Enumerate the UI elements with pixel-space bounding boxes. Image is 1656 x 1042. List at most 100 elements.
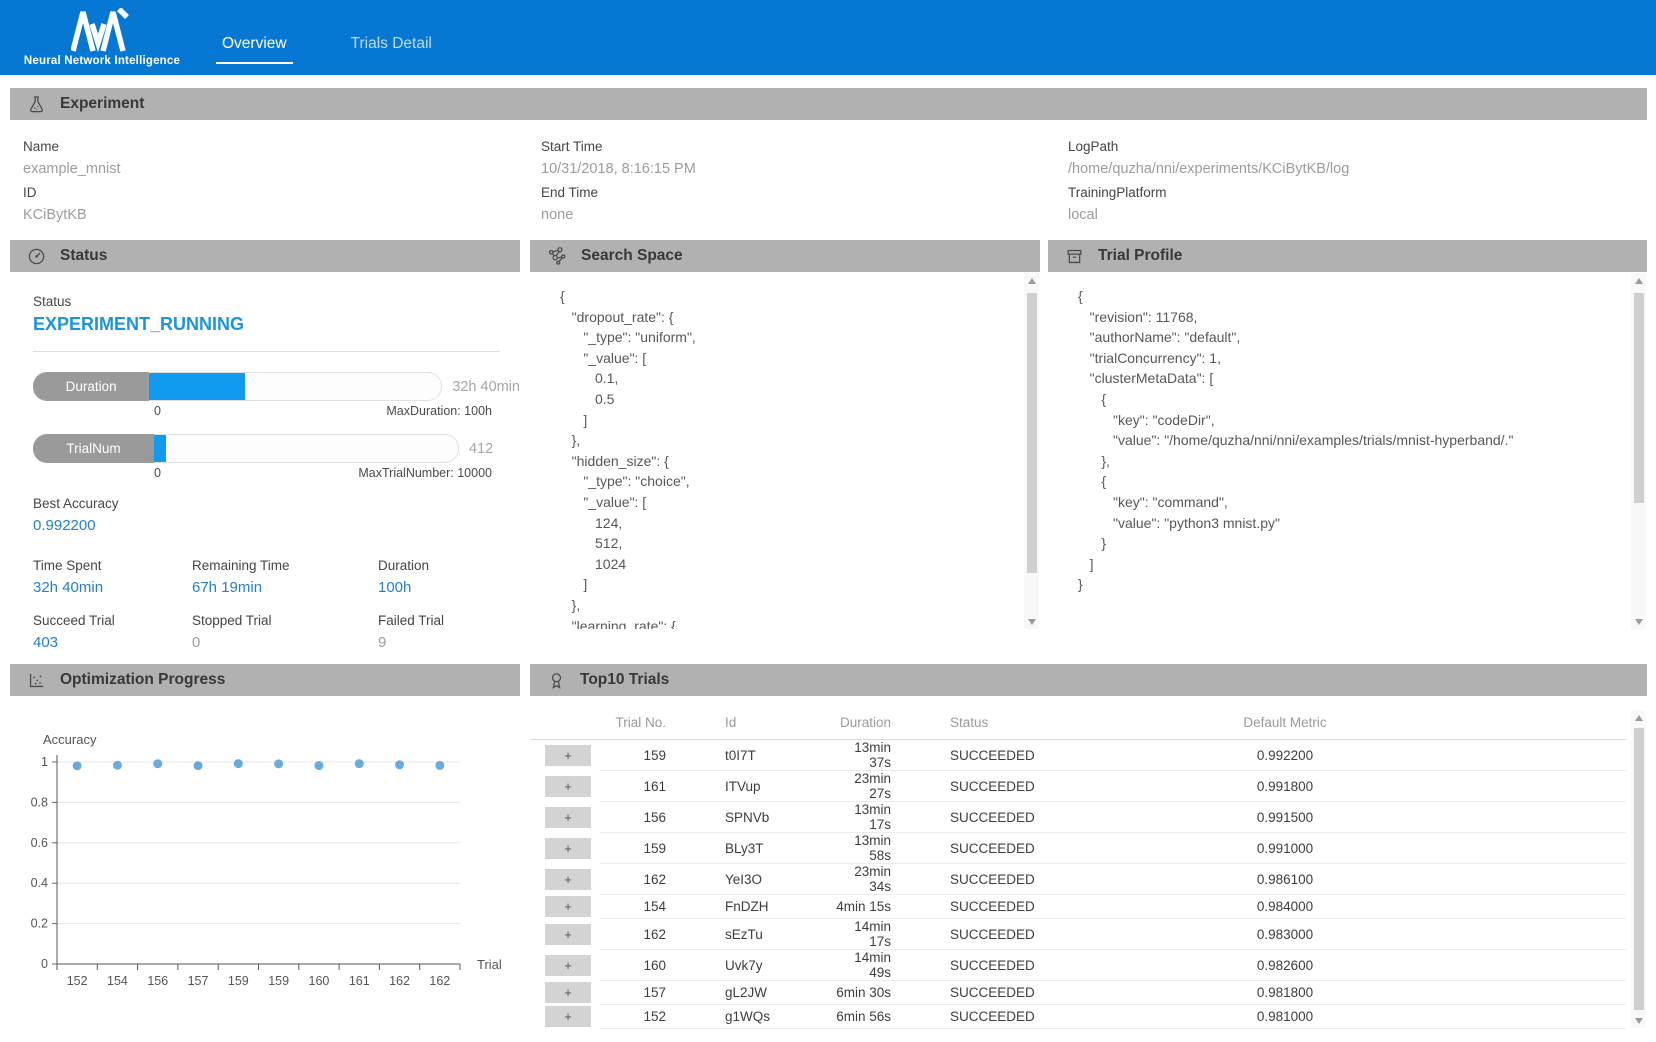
expand-row-button[interactable]: + <box>545 896 591 917</box>
section-title: Trial Profile <box>1098 247 1182 265</box>
json-line: 1024 <box>560 554 1018 575</box>
table-row: +161ITVup23min 27sSUCCEEDED0.991800 <box>530 771 1626 802</box>
search-space-scrollbar[interactable] <box>1024 273 1039 629</box>
cell-duration: 6min 56s <box>830 1005 895 1029</box>
scrollbar-thumb[interactable] <box>1634 293 1644 503</box>
progress-bar-label: TrialNum <box>33 434 154 463</box>
expand-cell: + <box>530 864 600 895</box>
status-field-label: Status <box>33 294 520 309</box>
x-tick-label: 162 <box>429 974 450 988</box>
json-line: "authorName": "default", <box>1078 327 1625 348</box>
stat-label: Time Spent <box>33 558 192 573</box>
tab-overview[interactable]: Overview <box>216 35 293 64</box>
cell-default-metric: 0.982600 <box>1095 950 1475 981</box>
expand-row-button[interactable]: + <box>545 745 591 766</box>
scroll-up-arrow[interactable] <box>1631 273 1646 288</box>
cell-duration: 4min 15s <box>830 895 895 919</box>
cell-spacer <box>1475 950 1626 981</box>
scatter-point[interactable] <box>153 759 162 768</box>
status-section: Status Status EXPERIMENT_RUNNING Duratio… <box>10 240 520 630</box>
progress-bar-label: Duration <box>33 372 149 401</box>
scatter-point[interactable] <box>113 761 122 770</box>
field-value: KCiBytKB <box>23 204 541 227</box>
scatter-point[interactable] <box>73 761 82 770</box>
json-line: "revision": 11768, <box>1078 307 1625 328</box>
x-tick-label: 159 <box>268 974 289 988</box>
optimization-progress-section-header: Optimization Progress <box>10 664 520 696</box>
scatter-point[interactable] <box>314 761 323 770</box>
scatter-point[interactable] <box>435 761 444 770</box>
scroll-down-arrow[interactable] <box>1024 614 1039 629</box>
search-space-section-header: Search Space <box>530 240 1040 272</box>
cell-trial-no: 162 <box>600 864 670 895</box>
scatter-point[interactable] <box>194 761 203 770</box>
expand-cell: + <box>530 833 600 864</box>
experiment-status-value: EXPERIMENT_RUNNING <box>33 314 520 335</box>
cell-spacer <box>1475 740 1626 771</box>
expand-cell: + <box>530 771 600 802</box>
column-header-spacer <box>1475 709 1626 740</box>
cell-status: SUCCEEDED <box>895 950 1095 981</box>
json-line: "hidden_size": { <box>560 451 1018 472</box>
x-tick-label: 161 <box>349 974 370 988</box>
cell-duration: 14min 17s <box>830 919 895 950</box>
progress-bar-fill <box>149 373 244 400</box>
expand-row-button[interactable]: + <box>545 838 591 859</box>
cell-id: sEzTu <box>670 919 830 950</box>
scatter-point[interactable] <box>355 759 364 768</box>
top-trials-scrollbar[interactable] <box>1631 710 1646 1028</box>
accuracy-chart: Accuracy 00.20.40.60.8115215415615715915… <box>10 696 520 1029</box>
cell-default-metric: 0.981000 <box>1095 1005 1475 1029</box>
x-tick-label: 159 <box>228 974 249 988</box>
table-row: +162YeI3O23min 34sSUCCEEDED0.986100 <box>530 864 1626 895</box>
trial-profile-section-header: Trial Profile <box>1048 240 1647 272</box>
json-line: "key": "command", <box>1078 492 1625 513</box>
scrollbar-thumb[interactable] <box>1634 728 1644 1010</box>
section-title: Optimization Progress <box>60 671 225 689</box>
scrollbar-thumb[interactable] <box>1027 293 1037 573</box>
cell-default-metric: 0.984000 <box>1095 895 1475 919</box>
expand-cell: + <box>530 919 600 950</box>
cell-duration: 23min 27s <box>830 771 895 802</box>
cell-status: SUCCEEDED <box>895 740 1095 771</box>
brand: Neural Network Intelligence <box>22 8 182 67</box>
x-tick-label: 162 <box>389 974 410 988</box>
range-min: 0 <box>154 466 161 480</box>
table-row: +152g1WQs6min 56sSUCCEEDED0.981000 <box>530 1005 1626 1029</box>
expand-row-button[interactable]: + <box>545 776 591 797</box>
cell-status: SUCCEEDED <box>895 864 1095 895</box>
field-label: ID <box>23 181 541 204</box>
expand-row-button[interactable]: + <box>545 982 591 1003</box>
range-max: MaxDuration: 100h <box>386 404 492 418</box>
cell-spacer <box>1475 981 1626 1005</box>
tab-trials-detail[interactable]: Trials Detail <box>345 35 438 64</box>
scroll-down-arrow[interactable] <box>1631 614 1646 629</box>
table-row: +156SPNVb13min 17sSUCCEEDED0.991500 <box>530 802 1626 833</box>
expand-row-button[interactable]: + <box>545 807 591 828</box>
expand-row-button[interactable]: + <box>545 869 591 890</box>
scroll-down-arrow[interactable] <box>1631 1013 1646 1028</box>
scatter-point[interactable] <box>274 759 283 768</box>
stat-label: Failed Trial <box>378 613 520 628</box>
chart-y-axis-label: Accuracy <box>43 732 96 747</box>
expand-row-button[interactable]: + <box>545 955 591 976</box>
json-line: 0.5 <box>560 389 1018 410</box>
json-line: 124, <box>560 513 1018 534</box>
expand-row-button[interactable]: + <box>545 924 591 945</box>
stat-succeed-trial: Succeed Trial403 <box>33 613 192 651</box>
scatter-point[interactable] <box>395 760 404 769</box>
top10-trials-section-header: Top10 Trials <box>530 664 1647 696</box>
expand-row-button[interactable]: + <box>545 1006 591 1027</box>
search-space-json-viewer: { "dropout_rate": { "_type": "uniform", … <box>530 272 1040 629</box>
trial-profile-scrollbar[interactable] <box>1631 273 1646 629</box>
expand-cell: + <box>530 981 600 1005</box>
column-header: Trial No. <box>600 709 670 740</box>
stat-failed-trial: Failed Trial9 <box>378 613 520 651</box>
y-tick-label: 1 <box>41 755 48 769</box>
scroll-up-arrow[interactable] <box>1024 273 1039 288</box>
scatter-point[interactable] <box>234 759 243 768</box>
stat-value: 67h 19min <box>192 579 378 596</box>
scroll-up-arrow[interactable] <box>1631 710 1646 725</box>
cell-status: SUCCEEDED <box>895 981 1095 1005</box>
json-line: }, <box>560 430 1018 451</box>
